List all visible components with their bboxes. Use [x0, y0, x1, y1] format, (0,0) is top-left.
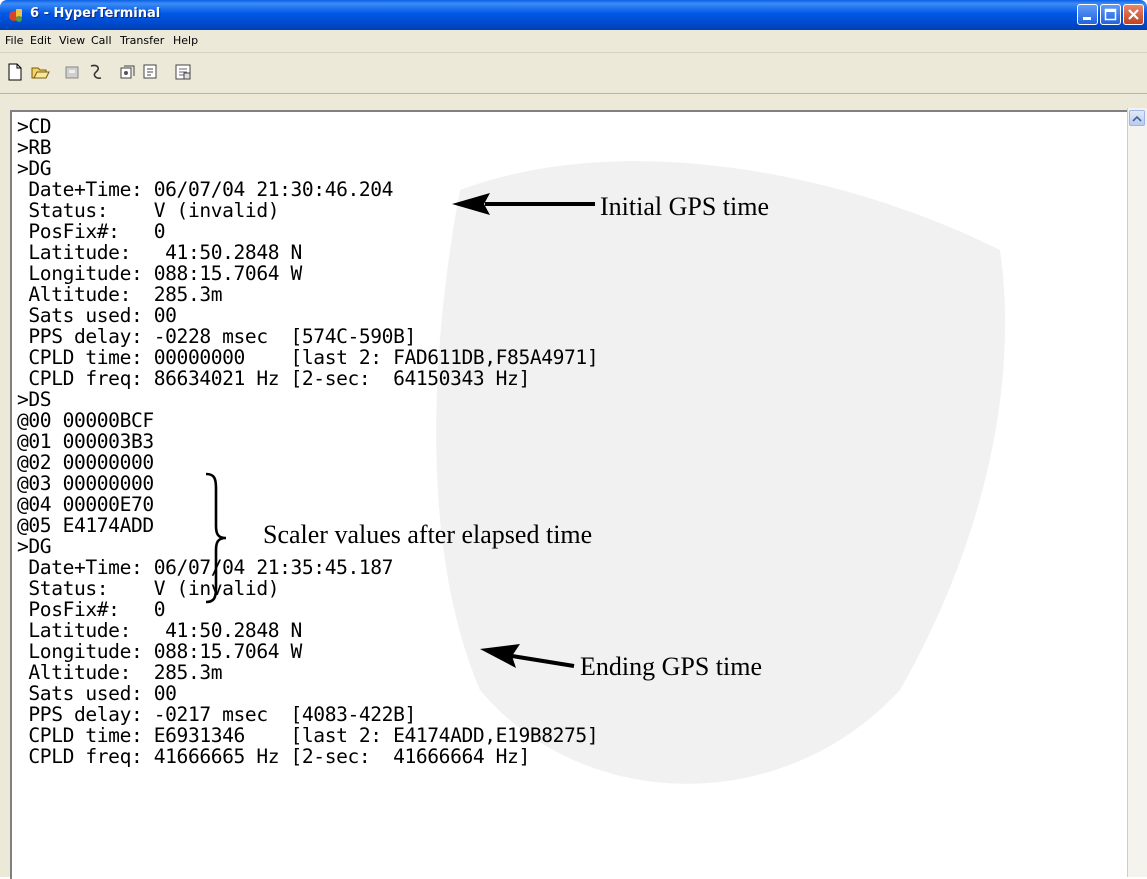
menu-file[interactable]: File	[5, 34, 23, 47]
brace-scaler-values	[205, 472, 227, 604]
receive-icon[interactable]	[140, 62, 160, 82]
send-icon[interactable]	[118, 62, 138, 82]
terminal-line: @01 000003B3	[17, 430, 154, 453]
terminal-line: Latitude: 41:50.2848 N	[17, 241, 302, 264]
annotation-initial-gps-time: Initial GPS time	[600, 192, 769, 221]
terminal-line: Altitude: 285.3m	[17, 283, 223, 306]
properties-icon[interactable]	[173, 62, 193, 82]
terminal-line: PosFix#: 0	[17, 598, 166, 621]
terminal-line: >RB	[17, 136, 52, 159]
scroll-up-button[interactable]	[1129, 110, 1145, 126]
terminal-line: @00 00000BCF	[17, 409, 154, 432]
hyperterminal-app-icon	[9, 9, 22, 22]
maximize-icon	[1104, 8, 1117, 21]
terminal-line: Status: V (invalid)	[17, 577, 280, 600]
annotation-ending-gps-time: Ending GPS time	[580, 652, 763, 681]
new-connection-icon[interactable]	[5, 62, 25, 82]
menu-transfer[interactable]: Transfer	[120, 34, 164, 47]
chevron-up-icon	[1132, 115, 1142, 122]
menu-help[interactable]: Help	[173, 34, 198, 47]
terminal-line: Sats used: 00	[17, 304, 177, 327]
maximize-button[interactable]	[1100, 4, 1121, 25]
menu-call[interactable]: Call	[91, 34, 112, 47]
toolbar	[0, 53, 1147, 94]
annotation-scaler-values: Scaler values after elapsed time	[263, 520, 593, 549]
close-button[interactable]	[1123, 4, 1144, 25]
window-title: 6 - HyperTerminal	[30, 6, 161, 21]
dial-icon[interactable]	[86, 62, 106, 82]
terminal-line: CPLD time: E6931346 [last 2: E4174ADD,E1…	[17, 724, 599, 747]
minimize-button[interactable]	[1077, 4, 1098, 25]
menu-bar: File Edit View Call Transfer Help	[0, 30, 1147, 53]
terminal-line: PPS delay: -0217 msec [4083-422B]	[17, 703, 416, 726]
disconnect-icon[interactable]	[62, 62, 82, 82]
terminal-line: @03 00000000	[17, 472, 154, 495]
menu-edit[interactable]: Edit	[30, 34, 51, 47]
terminal-line: Date+Time: 06/07/04 21:35:45.187	[17, 556, 394, 579]
terminal-line: >DS	[17, 388, 52, 411]
terminal-line: >DG	[17, 157, 52, 180]
terminal-line: Sats used: 00	[17, 682, 177, 705]
menu-view[interactable]: View	[59, 34, 85, 47]
arrow-initial-gps-time	[452, 193, 595, 215]
terminal-line: @04 00000E70	[17, 493, 154, 516]
terminal-line: >CD	[17, 115, 52, 138]
close-icon	[1128, 9, 1139, 20]
terminal-line: CPLD time: 00000000 [last 2: FAD611DB,F8…	[17, 346, 599, 369]
arrow-ending-gps-time	[480, 644, 575, 668]
vertical-scrollbar[interactable]	[1127, 108, 1147, 877]
terminal-line: CPLD freq: 41666665 Hz [2-sec: 41666664 …	[17, 745, 530, 768]
terminal-line: @02 00000000	[17, 451, 154, 474]
terminal-line: PosFix#: 0	[17, 220, 166, 243]
terminal-line: Latitude: 41:50.2848 N	[17, 619, 302, 642]
title-bar[interactable]: 6 - HyperTerminal	[0, 0, 1147, 30]
terminal-line: Longitude: 088:15.7064 W	[17, 262, 302, 285]
terminal-line: CPLD freq: 86634021 Hz [2-sec: 64150343 …	[17, 367, 530, 390]
minimize-icon	[1083, 17, 1091, 20]
terminal-line: PPS delay: -0228 msec [574C-590B]	[17, 325, 416, 348]
open-icon[interactable]	[30, 62, 50, 82]
